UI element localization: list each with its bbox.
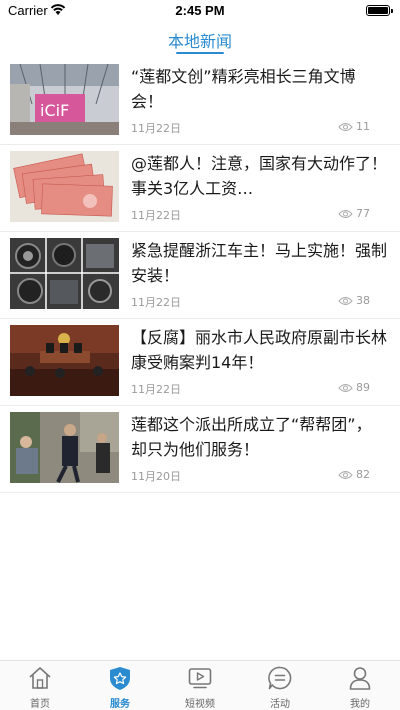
- news-item[interactable]: 紧急提醒浙江车主！马上实施！强制安装！ 11月22日 38: [0, 232, 400, 319]
- news-title: @莲都人！注意，国家有大动作了！事关3亿人工资…: [131, 154, 387, 198]
- news-date: 11月22日: [131, 209, 181, 222]
- eye-icon: [338, 296, 353, 305]
- tab-activity[interactable]: 活动: [240, 661, 320, 710]
- news-thumbnail: iCiF: [10, 64, 119, 135]
- battery-icon: [366, 5, 393, 16]
- view-count-value: 38: [356, 294, 370, 307]
- nav-bar: 本地新闻: [0, 22, 400, 58]
- tab-home[interactable]: 首页: [0, 661, 80, 710]
- news-item[interactable]: iCiF “莲都文创”精彩亮相长三角文博会！ 11月22日 11: [0, 58, 400, 145]
- activity-chat-icon: [268, 666, 292, 690]
- news-thumbnail: [10, 325, 119, 396]
- view-count: 82: [338, 468, 370, 481]
- view-count-value: 11: [356, 120, 370, 133]
- news-thumbnail: [10, 151, 119, 222]
- news-title: “莲都文创”精彩亮相长三角文博会！: [131, 67, 356, 111]
- tab-label: 活动: [270, 699, 290, 710]
- bottom-tab-bar: 首页 服务 短视频 活动 我的: [0, 660, 400, 710]
- eye-icon: [338, 383, 353, 392]
- profile-icon: [349, 667, 371, 690]
- status-bar: Carrier 2:45 PM: [0, 0, 400, 20]
- news-date: 11月22日: [131, 383, 181, 396]
- service-shield-icon: [110, 667, 130, 690]
- view-count: 38: [338, 294, 370, 307]
- tab-short-video[interactable]: 短视频: [160, 661, 240, 710]
- tab-local-news[interactable]: 本地新闻: [0, 28, 400, 52]
- news-title: 紧急提醒浙江车主！马上实施！强制安装！: [131, 241, 387, 285]
- view-count: 77: [338, 207, 370, 220]
- view-count: 89: [338, 381, 370, 394]
- news-date: 11月20日: [131, 470, 181, 483]
- news-date: 11月22日: [131, 122, 181, 135]
- tab-profile[interactable]: 我的: [320, 661, 400, 710]
- tab-label: 首页: [30, 699, 50, 710]
- tab-label: 我的: [350, 699, 370, 710]
- view-count-value: 82: [356, 468, 370, 481]
- news-item[interactable]: 莲都这个派出所成立了“帮帮团”，却只为他们服务！ 11月20日 82: [0, 406, 400, 493]
- video-icon: [188, 668, 212, 689]
- home-icon: [29, 667, 51, 689]
- eye-icon: [338, 209, 353, 218]
- news-date: 11月22日: [131, 296, 181, 309]
- news-thumbnail: [10, 238, 119, 309]
- tab-label: 服务: [110, 699, 130, 710]
- news-list: iCiF “莲都文创”精彩亮相长三角文博会！ 11月22日 11 @莲都人！注意…: [0, 58, 400, 493]
- news-title: 【反腐】丽水市人民政府原副市长林康受贿案判14年！: [131, 328, 387, 372]
- eye-icon: [338, 122, 353, 131]
- news-item[interactable]: 【反腐】丽水市人民政府原副市长林康受贿案判14年！ 11月22日 89: [0, 319, 400, 406]
- view-count-value: 77: [356, 207, 370, 220]
- tab-label: 短视频: [185, 699, 215, 710]
- clock: 2:45 PM: [175, 3, 225, 18]
- svg-text:iCiF: iCiF: [40, 101, 69, 120]
- news-title: 莲都这个派出所成立了“帮帮团”，却只为他们服务！: [131, 415, 372, 459]
- tab-service[interactable]: 服务: [80, 661, 160, 710]
- eye-icon: [338, 470, 353, 479]
- view-count-value: 89: [356, 381, 370, 394]
- news-item[interactable]: @莲都人！注意，国家有大动作了！事关3亿人工资… 11月22日 77: [0, 145, 400, 232]
- view-count: 11: [338, 120, 370, 133]
- active-tab-indicator: [176, 52, 224, 54]
- news-thumbnail: [10, 412, 119, 483]
